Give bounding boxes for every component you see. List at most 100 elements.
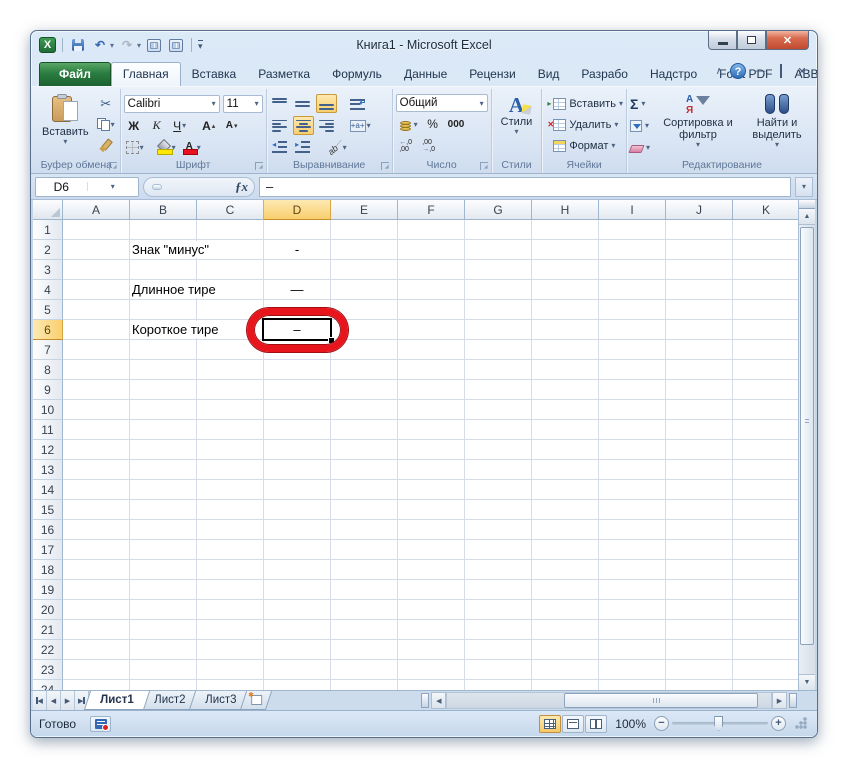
cell-E2[interactable] — [331, 240, 398, 260]
cell-J14[interactable] — [666, 480, 733, 500]
cell-B22[interactable] — [130, 640, 197, 660]
cell-E15[interactable] — [331, 500, 398, 520]
sheet-tab-Лист1[interactable]: Лист1 — [83, 691, 150, 710]
cell-B7[interactable] — [130, 340, 197, 360]
cell-B10[interactable] — [130, 400, 197, 420]
cell-D1[interactable] — [264, 220, 331, 240]
ribbon-tab-Данные[interactable]: Данные — [393, 63, 458, 86]
cell-I2[interactable] — [599, 240, 666, 260]
cell-G23[interactable] — [465, 660, 532, 680]
column-header-J[interactable]: J — [666, 200, 733, 220]
h-scroll-left-icon[interactable]: ◀ — [431, 692, 447, 709]
cell-I18[interactable] — [599, 560, 666, 580]
cell-B16[interactable] — [130, 520, 197, 540]
cell-G19[interactable] — [465, 580, 532, 600]
minimize-button[interactable] — [708, 31, 737, 50]
row-header-22[interactable]: 22 — [33, 640, 63, 660]
cell-H22[interactable] — [532, 640, 599, 660]
cell-K9[interactable] — [733, 380, 800, 400]
cell-K6[interactable] — [733, 320, 800, 340]
cell-I13[interactable] — [599, 460, 666, 480]
cell-A5[interactable] — [63, 300, 130, 320]
cell-J5[interactable] — [666, 300, 733, 320]
cell-B11[interactable] — [130, 420, 197, 440]
row-header-11[interactable]: 11 — [33, 420, 63, 440]
cell-F23[interactable] — [398, 660, 465, 680]
cell-A1[interactable] — [63, 220, 130, 240]
cell-G6[interactable] — [465, 320, 532, 340]
cell-H10[interactable] — [532, 400, 599, 420]
cell-A18[interactable] — [63, 560, 130, 580]
align-bottom-button[interactable] — [315, 94, 337, 114]
scroll-down-icon[interactable]: ▼ — [799, 674, 815, 690]
row-header-4[interactable]: 4 — [33, 280, 63, 300]
cell-C9[interactable] — [197, 380, 264, 400]
name-box[interactable]: D6 ▾ — [35, 176, 139, 197]
cell-A4[interactable] — [63, 280, 130, 300]
formula-input[interactable]: – — [259, 176, 791, 197]
cell-K2[interactable] — [733, 240, 800, 260]
cell-E18[interactable] — [331, 560, 398, 580]
row-header-5[interactable]: 5 — [33, 300, 63, 320]
increase-indent-button[interactable] — [293, 138, 313, 157]
cell-K18[interactable] — [733, 560, 800, 580]
delete-cells-button[interactable]: Удалить▾ — [547, 115, 623, 134]
cell-D14[interactable] — [264, 480, 331, 500]
cell-A3[interactable] — [63, 260, 130, 280]
cell-J20[interactable] — [666, 600, 733, 620]
cell-J13[interactable] — [666, 460, 733, 480]
cell-F10[interactable] — [398, 400, 465, 420]
paste-button[interactable]: Вставить ▾ — [36, 92, 95, 157]
cell-C3[interactable] — [197, 260, 264, 280]
cell-E14[interactable] — [331, 480, 398, 500]
cell-B14[interactable] — [130, 480, 197, 500]
cell-D5[interactable] — [264, 300, 331, 320]
cell-F7[interactable] — [398, 340, 465, 360]
cell-K11[interactable] — [733, 420, 800, 440]
cell-J15[interactable] — [666, 500, 733, 520]
ribbon-tab-Рецензи[interactable]: Рецензи — [458, 63, 526, 86]
column-header-H[interactable]: H — [532, 200, 599, 220]
cell-H19[interactable] — [532, 580, 599, 600]
ribbon-tab-Главная[interactable]: Главная — [110, 62, 181, 86]
cell-K15[interactable] — [733, 500, 800, 520]
align-center-button[interactable] — [292, 116, 314, 135]
cell-G21[interactable] — [465, 620, 532, 640]
clipboard-dialog-launcher-icon[interactable] — [108, 162, 117, 170]
cell-J22[interactable] — [666, 640, 733, 660]
cut-button[interactable]: ✂ — [95, 94, 117, 113]
cell-D13[interactable] — [264, 460, 331, 480]
cell-D17[interactable] — [264, 540, 331, 560]
cell-C24[interactable] — [197, 680, 264, 690]
bold-button[interactable]: Ж — [124, 116, 144, 135]
row-header-12[interactable]: 12 — [33, 440, 63, 460]
row-header-9[interactable]: 9 — [33, 380, 63, 400]
cell-J18[interactable] — [666, 560, 733, 580]
shrink-font-button[interactable]: А ▾ — [222, 116, 242, 135]
cell-K10[interactable] — [733, 400, 800, 420]
cell-C14[interactable] — [197, 480, 264, 500]
cell-A13[interactable] — [63, 460, 130, 480]
cell-F19[interactable] — [398, 580, 465, 600]
cell-F9[interactable] — [398, 380, 465, 400]
cell-G10[interactable] — [465, 400, 532, 420]
row-header-1[interactable]: 1 — [33, 220, 63, 240]
row-header-6[interactable]: 6 — [33, 320, 63, 340]
cell-D7[interactable] — [264, 340, 331, 360]
resize-grip[interactable] — [794, 717, 807, 730]
copy-button[interactable]: ▾ — [95, 115, 117, 134]
first-sheet-button[interactable]: ◀ — [33, 691, 47, 710]
cell-E10[interactable] — [331, 400, 398, 420]
cell-A2[interactable] — [63, 240, 130, 260]
cell-K1[interactable] — [733, 220, 800, 240]
cell-D24[interactable] — [264, 680, 331, 690]
cell-A21[interactable] — [63, 620, 130, 640]
cell-F20[interactable] — [398, 600, 465, 620]
cell-A14[interactable] — [63, 480, 130, 500]
cell-J12[interactable] — [666, 440, 733, 460]
close-button[interactable]: ✕ — [766, 31, 809, 50]
cell-E17[interactable] — [331, 540, 398, 560]
fill-handle[interactable] — [328, 337, 334, 343]
cell-A22[interactable] — [63, 640, 130, 660]
zoom-in-icon[interactable]: + — [771, 716, 786, 731]
